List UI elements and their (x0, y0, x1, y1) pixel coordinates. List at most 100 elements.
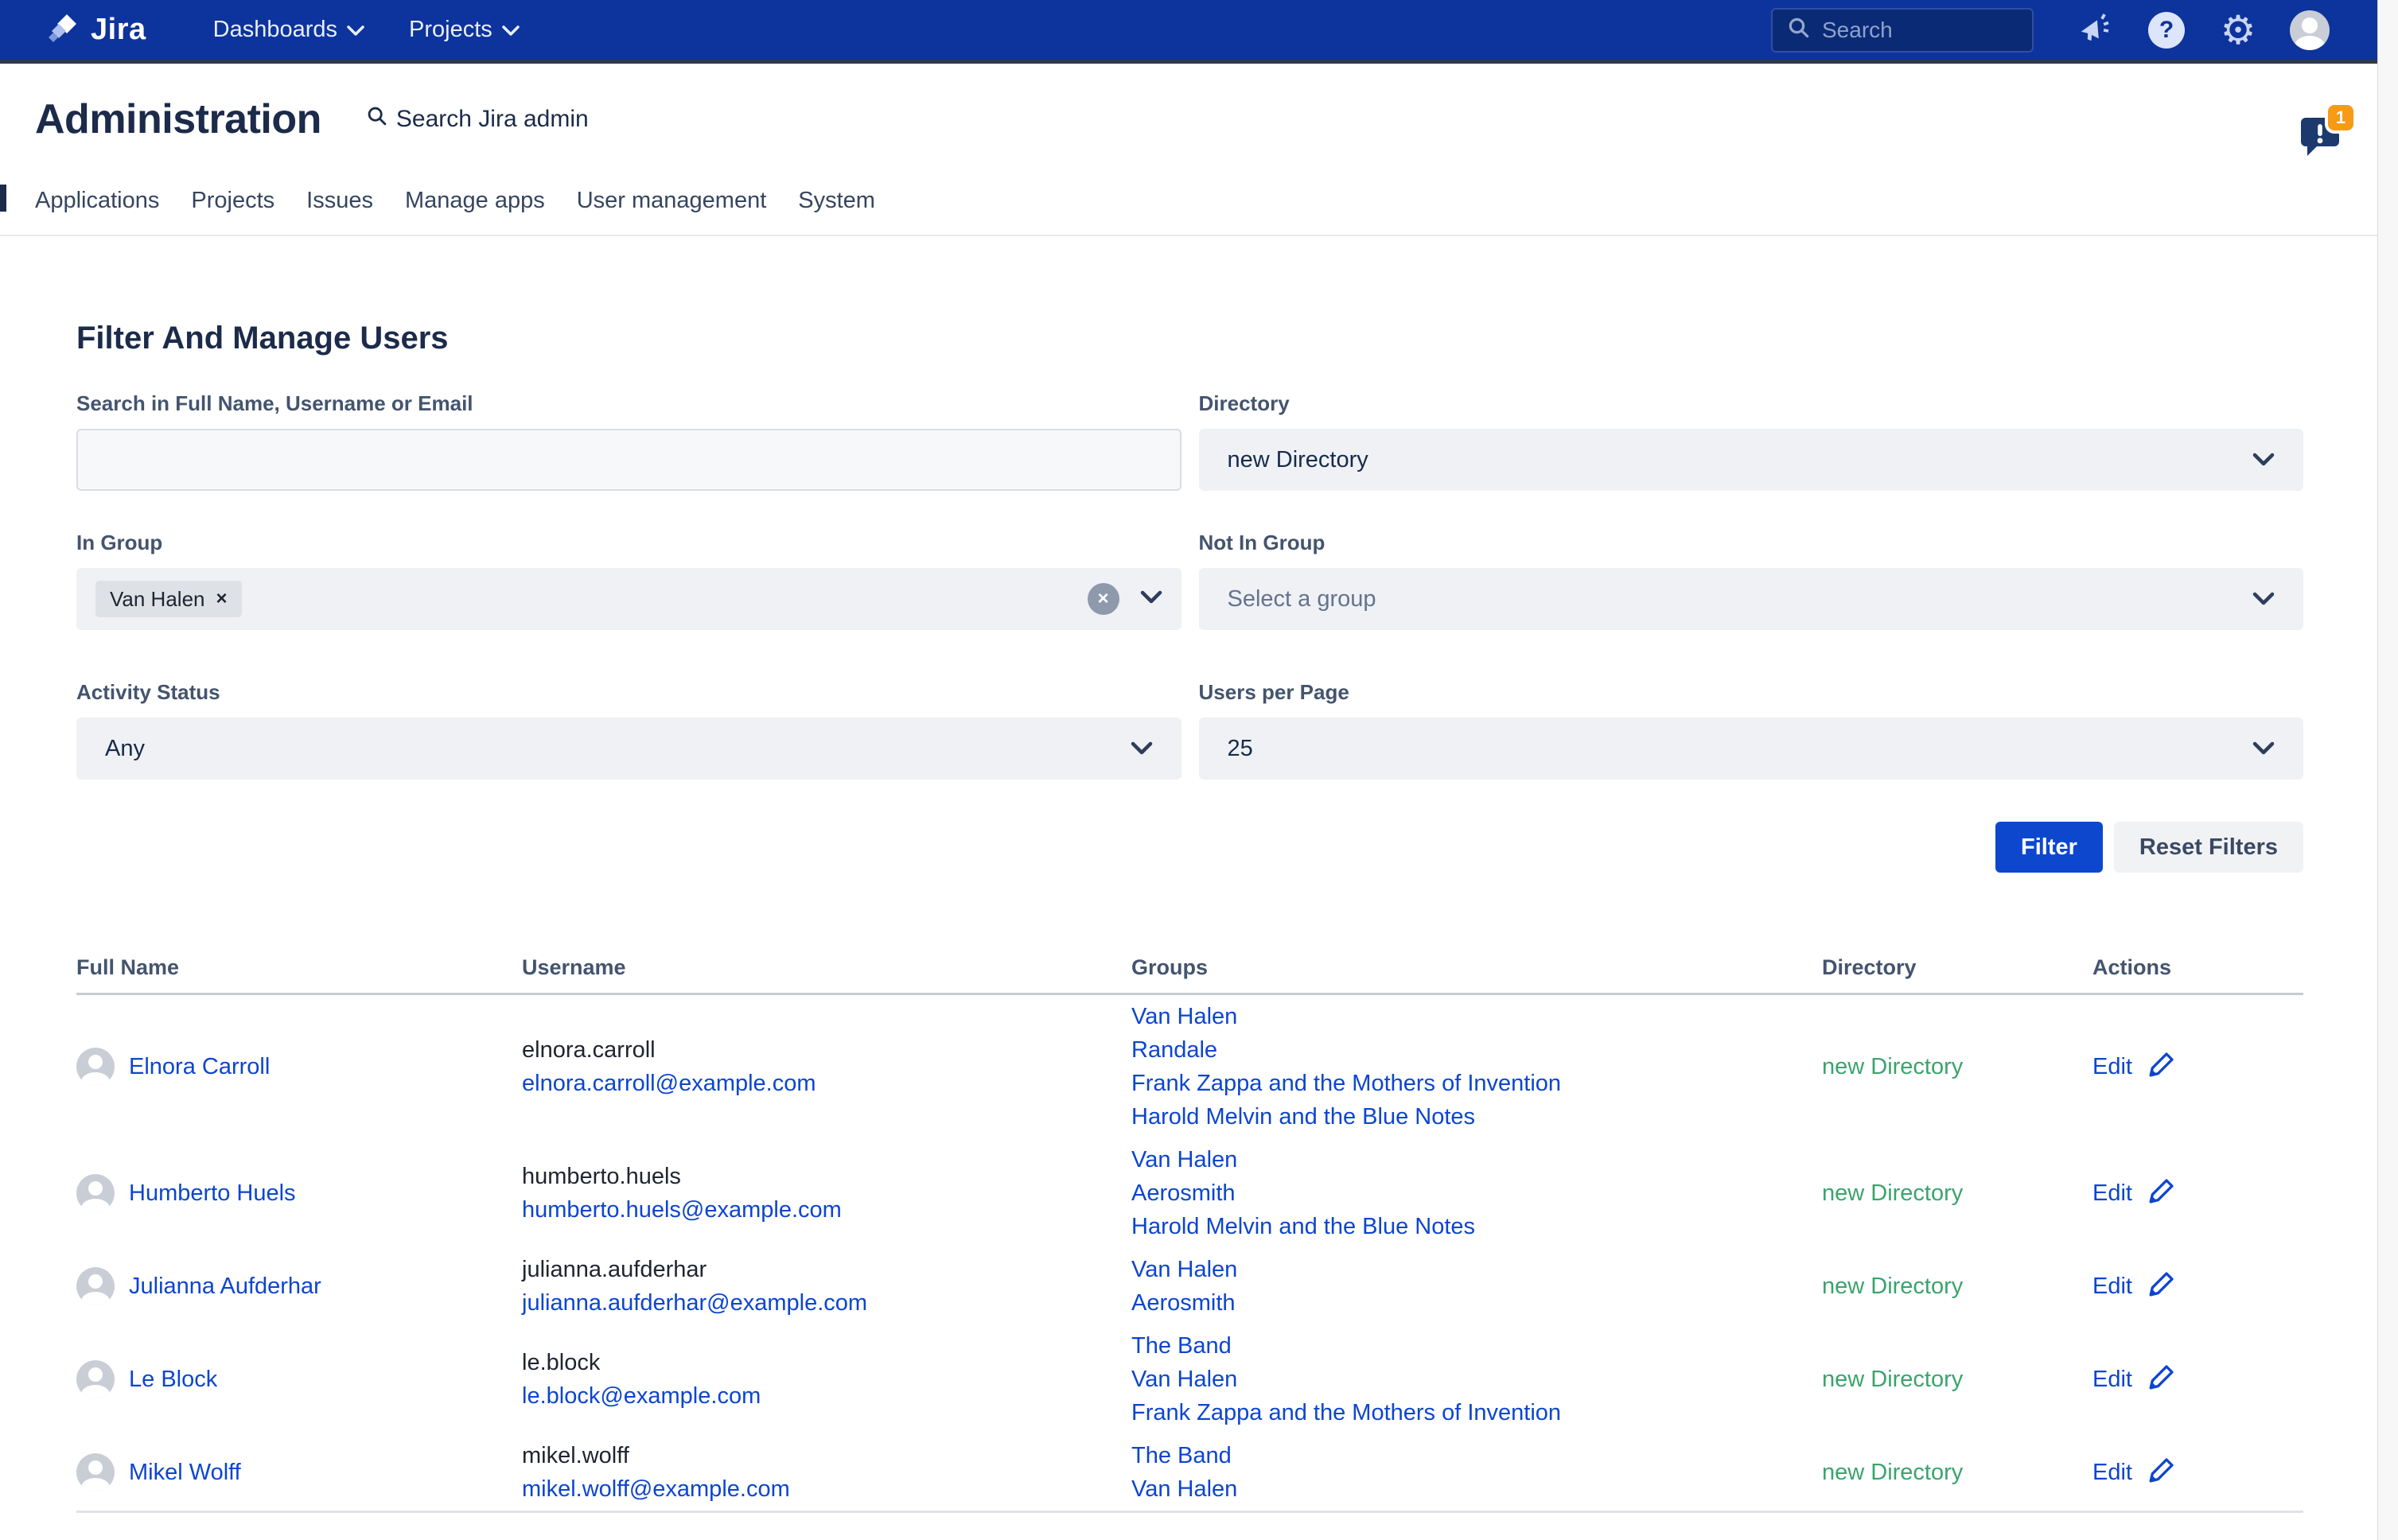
email-link[interactable]: humberto.huels@example.com (522, 1197, 842, 1223)
group-link[interactable]: Randale (1131, 1033, 1822, 1067)
email-link[interactable]: mikel.wolff@example.com (522, 1476, 790, 1502)
group-link[interactable]: Van Halen (1131, 1143, 1822, 1176)
pencil-icon[interactable] (2147, 1267, 2178, 1305)
reset-filters-button[interactable]: Reset Filters (2114, 822, 2303, 873)
groups-list: Van HalenRandaleFrank Zappa and the Moth… (1131, 1000, 1822, 1134)
group-link[interactable]: Harold Melvin and the Blue Notes (1131, 1100, 1822, 1134)
help-button[interactable]: ? (2131, 12, 2202, 49)
avatar (76, 1360, 115, 1398)
group-link[interactable]: Van Halen (1131, 1253, 1822, 1286)
not-in-group-select[interactable]: Select a group (1199, 568, 2304, 630)
pencil-icon[interactable] (2147, 1048, 2178, 1086)
email-link[interactable]: le.block@example.com (522, 1383, 761, 1409)
in-group-select[interactable]: Van Halen × × (76, 568, 1181, 630)
directory-value: new Directory (1822, 1180, 2092, 1207)
page-title: Administration (35, 95, 321, 143)
settings-button[interactable]: ⚙ (2202, 10, 2274, 50)
filter-button[interactable]: Filter (1995, 822, 2103, 873)
nav-search-input[interactable] (1822, 18, 2005, 43)
table-row: Mikel Wolff mikel.wolff mikel.wolff@exam… (76, 1434, 2303, 1511)
directory-value: new Directory (1822, 1054, 2092, 1080)
group-link[interactable]: Frank Zappa and the Mothers of Invention (1131, 1396, 1822, 1429)
activity-status-label: Activity Status (76, 680, 1181, 705)
group-link[interactable]: Van Halen (1131, 1000, 1822, 1033)
page: Jira Dashboards Projects (0, 0, 2377, 1540)
directory-value: new Directory (1822, 1274, 2092, 1300)
col-header-full-name: Full Name (76, 955, 522, 980)
username-text: elnora.carroll (522, 1033, 1131, 1067)
user-search-input[interactable] (76, 429, 1181, 491)
clear-selection-icon[interactable]: × (1088, 583, 1119, 615)
group-link[interactable]: Van Halen (1131, 1472, 1822, 1506)
pencil-icon[interactable] (2147, 1453, 2178, 1491)
brand-name: Jira (91, 13, 146, 47)
user-name-link[interactable]: Humberto Huels (129, 1180, 296, 1207)
profile-button[interactable] (2274, 10, 2345, 50)
tab-projects[interactable]: Projects (191, 188, 274, 214)
chevron-down-icon (1131, 736, 1153, 762)
groups-list: The BandVan HalenFrank Zappa and the Mot… (1131, 1329, 1822, 1429)
group-link[interactable]: Aerosmith (1131, 1176, 1822, 1210)
group-tag[interactable]: Van Halen × (95, 581, 242, 617)
filter-form: Search in Full Name, Username or Email D… (76, 391, 2303, 780)
chevron-down-icon (2252, 447, 2275, 473)
edit-link[interactable]: Edit (2092, 1180, 2132, 1207)
user-name-link[interactable]: Mikel Wolff (129, 1460, 241, 1486)
scrollbar-gutter[interactable] (2377, 0, 2398, 1540)
edit-link[interactable]: Edit (2092, 1274, 2132, 1300)
avatar (76, 1453, 115, 1491)
pencil-icon[interactable] (2147, 1360, 2178, 1398)
users-per-page-label: Users per Page (1199, 680, 2304, 705)
avatar (76, 1174, 115, 1212)
activity-status-select[interactable]: Any (76, 718, 1181, 780)
left-edge-nub (0, 185, 6, 212)
user-name-link[interactable]: Le Block (129, 1367, 217, 1393)
table-header-row: Full Name Username Groups Directory Acti… (76, 955, 2303, 995)
edit-link[interactable]: Edit (2092, 1054, 2132, 1080)
group-tag-label: Van Halen (110, 587, 205, 612)
tab-applications[interactable]: Applications (35, 188, 159, 214)
admin-search[interactable]: Search Jira admin (366, 105, 589, 134)
group-link[interactable]: Frank Zappa and the Mothers of Invention (1131, 1067, 1822, 1100)
table-body: Elnora Carroll elnora.carroll elnora.car… (76, 995, 2303, 1513)
username-text: julianna.aufderhar (522, 1253, 1131, 1286)
chevron-down-icon (1140, 590, 1162, 609)
tab-issues[interactable]: Issues (306, 188, 373, 214)
directory-value: new Directory (1822, 1367, 2092, 1393)
group-link[interactable]: The Band (1131, 1439, 1822, 1472)
col-header-directory: Directory (1822, 955, 2092, 980)
email-link[interactable]: elnora.carroll@example.com (522, 1071, 816, 1096)
email-link[interactable]: julianna.aufderhar@example.com (522, 1290, 867, 1316)
group-link[interactable]: Van Halen (1131, 1363, 1822, 1396)
tab-user-management[interactable]: User management (577, 188, 767, 214)
nav-right-cluster: ? ⚙ (1771, 8, 2377, 52)
user-name-link[interactable]: Julianna Aufderhar (129, 1274, 321, 1300)
chevron-down-icon (2252, 736, 2275, 762)
group-link[interactable]: The Band (1131, 1329, 1822, 1363)
announcements-button[interactable] (2059, 10, 2131, 50)
not-in-group-label: Not In Group (1199, 531, 2304, 555)
tab-system[interactable]: System (798, 188, 875, 214)
user-name-link[interactable]: Elnora Carroll (129, 1054, 270, 1080)
group-link[interactable]: Harold Melvin and the Blue Notes (1131, 1210, 1822, 1243)
avatar (76, 1267, 115, 1305)
jira-logo[interactable]: Jira (45, 10, 146, 49)
tab-manage-apps[interactable]: Manage apps (405, 188, 545, 214)
username-text: humberto.huels (522, 1160, 1131, 1193)
pencil-icon[interactable] (2147, 1174, 2178, 1212)
edit-link[interactable]: Edit (2092, 1367, 2132, 1393)
nav-item-dashboards[interactable]: Dashboards (213, 17, 364, 43)
remove-tag-icon[interactable]: × (216, 588, 228, 610)
nav-search-box[interactable] (1771, 8, 2034, 52)
group-link[interactable]: Aerosmith (1131, 1286, 1822, 1320)
chevron-down-icon (2252, 586, 2275, 612)
username-text: le.block (522, 1346, 1131, 1379)
notification-badge: 1 (2328, 105, 2353, 130)
edit-link[interactable]: Edit (2092, 1460, 2132, 1486)
groups-list: Van HalenAerosmithHarold Melvin and the … (1131, 1143, 1822, 1243)
users-per-page-select[interactable]: 25 (1199, 718, 2304, 780)
col-header-groups: Groups (1131, 955, 1822, 980)
directory-select[interactable]: new Directory (1199, 429, 2304, 491)
notifications-button[interactable]: 1 (2298, 118, 2342, 159)
nav-item-projects[interactable]: Projects (409, 17, 520, 43)
